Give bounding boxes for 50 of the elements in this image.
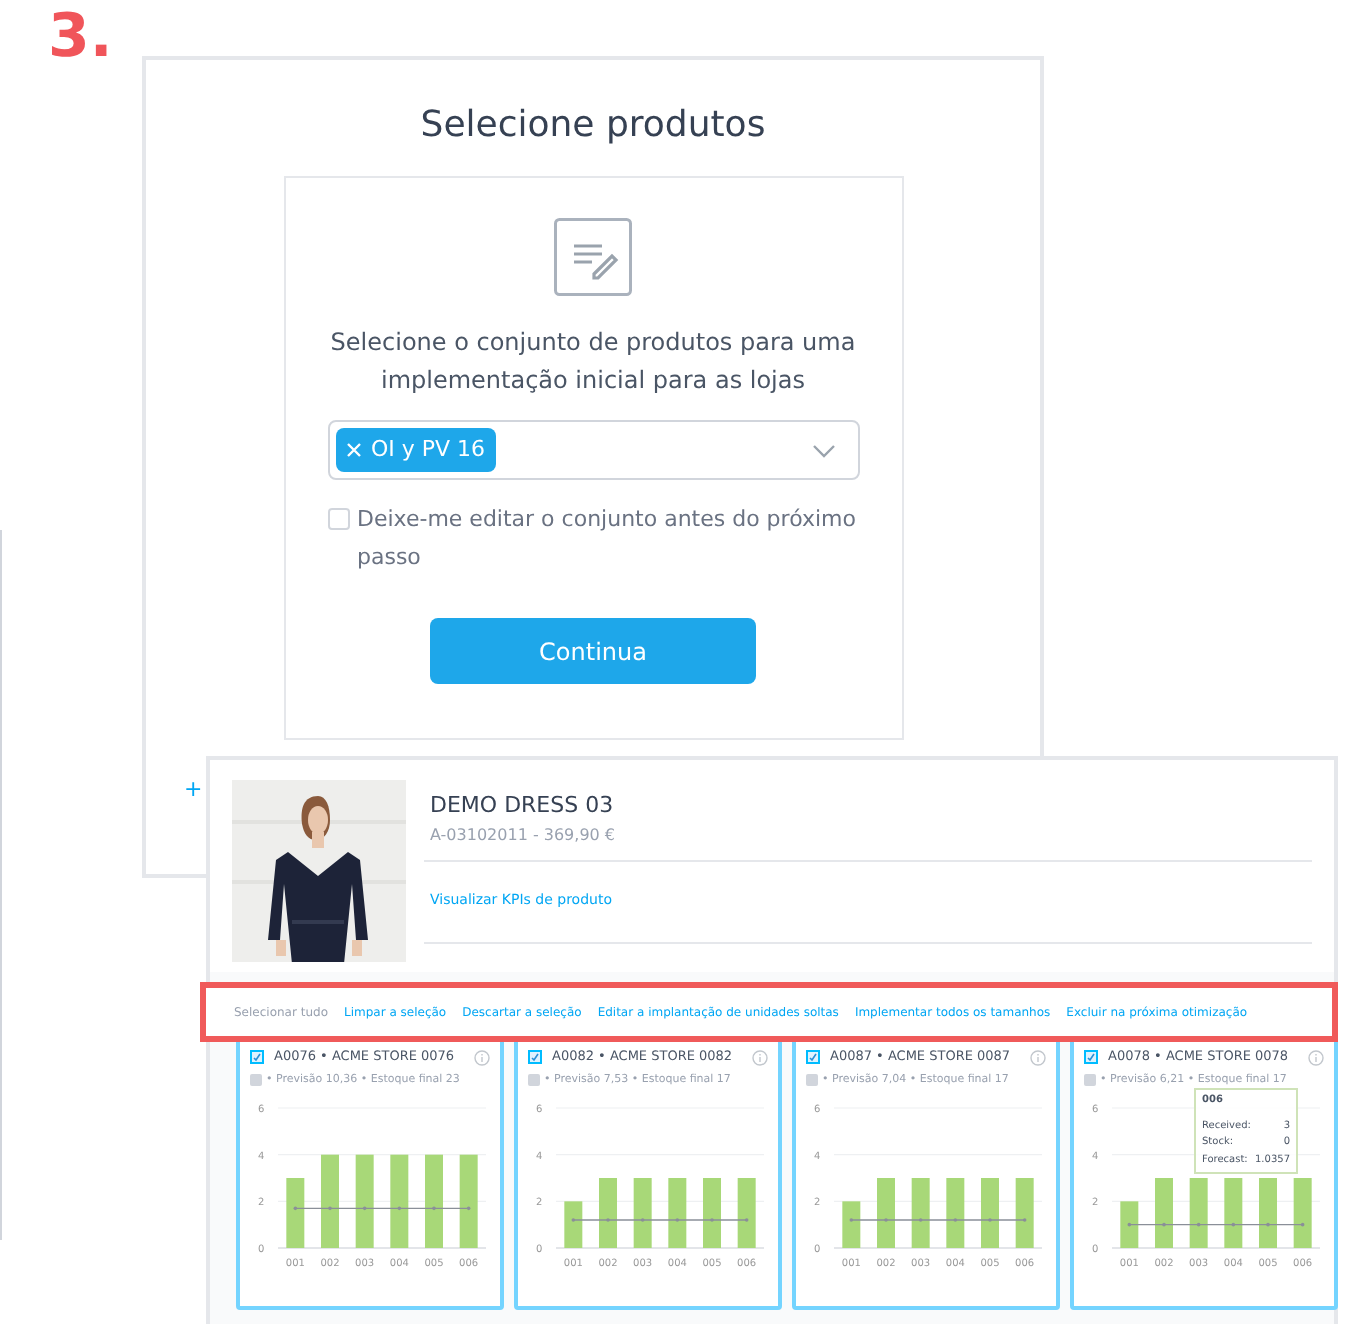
edit-checkbox[interactable]: [327, 508, 349, 530]
badge-icon: [250, 1073, 262, 1086]
bar: [633, 1178, 652, 1248]
bar: [737, 1178, 756, 1248]
bar: [1015, 1178, 1034, 1248]
bar: [1293, 1178, 1312, 1248]
bar: [390, 1154, 409, 1248]
bar: [877, 1178, 895, 1248]
remove-icon[interactable]: [345, 442, 361, 458]
bar: [355, 1154, 374, 1248]
bar: [842, 1201, 861, 1248]
bar: [1155, 1178, 1173, 1248]
bar: [1259, 1178, 1277, 1248]
bar: [703, 1178, 721, 1248]
product-sku-price: A-03102011 - 369,90 €: [430, 823, 617, 847]
continue-button[interactable]: Continua: [430, 618, 756, 684]
badge-icon: [528, 1073, 540, 1086]
badge-icon: [1084, 1073, 1096, 1086]
info-icon[interactable]: [752, 1049, 768, 1066]
bar: [911, 1178, 930, 1248]
edit-list-icon: [554, 218, 632, 296]
store-checkbox[interactable]: [250, 1050, 264, 1065]
store-checkbox[interactable]: [806, 1050, 820, 1065]
edit-option-label: Deixe-me editar o conjunto antes do próximo passo: [357, 504, 858, 574]
plus-icon[interactable]: +: [184, 778, 203, 800]
badge-icon: [806, 1073, 818, 1086]
store-checkbox[interactable]: [528, 1050, 542, 1065]
bar: [321, 1154, 339, 1248]
bar: [981, 1178, 999, 1248]
bar: [1189, 1178, 1208, 1248]
store-checkbox[interactable]: [1084, 1050, 1098, 1065]
step-number: 3.: [48, 8, 113, 68]
bar: [946, 1178, 965, 1248]
bar: [425, 1154, 443, 1248]
bar: [1224, 1178, 1243, 1248]
info-icon[interactable]: [474, 1049, 490, 1066]
bar: [286, 1178, 305, 1248]
info-icon[interactable]: [1030, 1049, 1046, 1066]
bar: [668, 1178, 687, 1248]
bar: [564, 1201, 583, 1248]
dialog-description: Selecione o conjunto de produtos para uma implementação inicial para as lojas: [328, 326, 858, 398]
bar: [459, 1154, 478, 1248]
chevron-down-icon[interactable]: [811, 443, 835, 457]
bar: [599, 1178, 617, 1248]
product-set-dropdown[interactable]: OI y PV 16: [327, 420, 859, 480]
info-icon[interactable]: [1308, 1049, 1324, 1066]
product-name: DEMO DRESS 03: [430, 790, 616, 822]
bar: [1120, 1201, 1139, 1248]
tag-label: OI y PV 16: [371, 433, 486, 466]
dialog-title: Selecione produtos: [420, 102, 766, 150]
